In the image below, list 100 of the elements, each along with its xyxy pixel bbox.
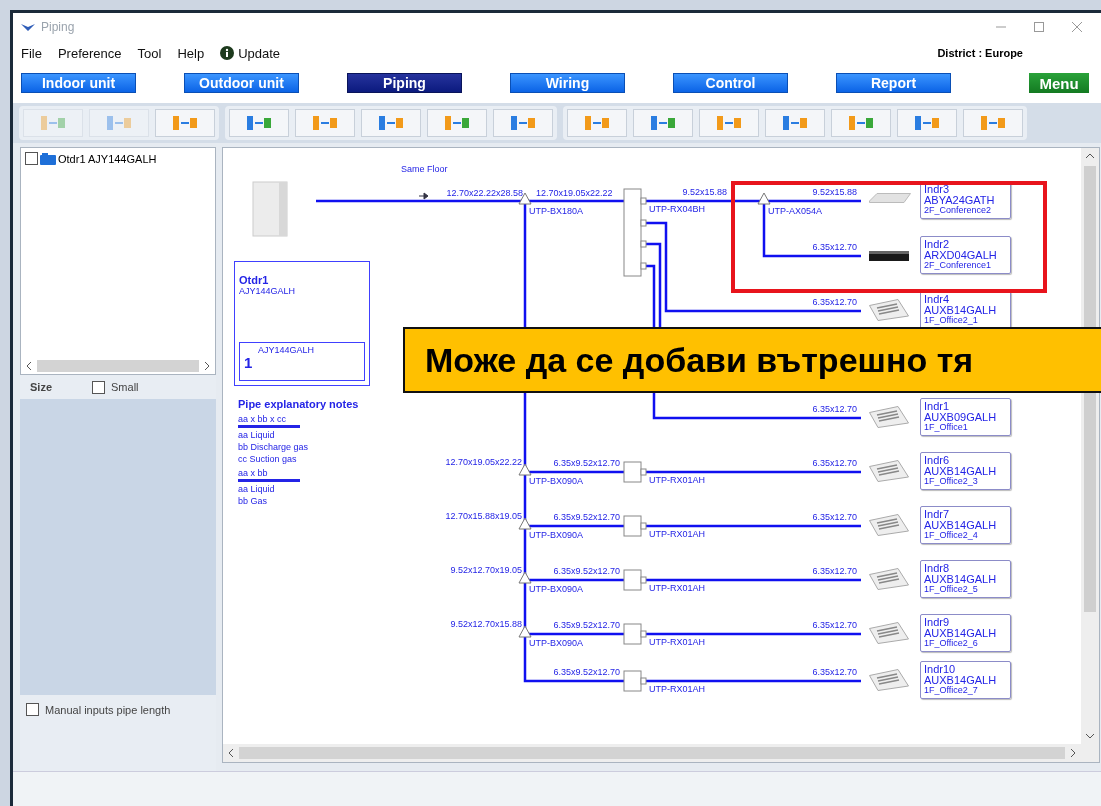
pipe-tool-icon [848, 114, 874, 132]
indoor-unit-card[interactable]: Indr6 AUXB14GALH 1F_Office2_3 [920, 452, 1011, 490]
scrollbar-thumb[interactable] [37, 360, 199, 372]
district-label: District : Europe [937, 47, 1024, 59]
tab[interactable]: Outdoor unit [184, 73, 299, 93]
joint-label: UTP-BX090A [529, 639, 584, 649]
duct-unit-icon [869, 251, 909, 261]
pipe-size-label: 6.35x12.70 [812, 621, 857, 631]
scroll-right-icon[interactable] [203, 361, 211, 371]
unit-name: Indr4 [924, 293, 951, 305]
floor-label: Same Floor [401, 165, 448, 175]
tab[interactable]: Indoor unit [21, 73, 136, 93]
pipe-size-label: 6.35x9.52x12.70 [553, 513, 620, 523]
pipe-size-label: 6.35x12.70 [812, 298, 857, 308]
toolbar-button[interactable] [295, 109, 355, 137]
pipe-size-label: 12.70x19.05x22.22 [536, 189, 613, 199]
unit-room: 1F_Office2_6 [924, 639, 979, 648]
menu-item[interactable]: Help [177, 45, 205, 61]
unit-name: Indr7 [924, 508, 951, 520]
menu-item[interactable]: Preference [57, 45, 122, 61]
cassette-unit-icon [869, 299, 909, 321]
unit-name: Indr1 [924, 400, 951, 412]
checkbox[interactable] [25, 152, 38, 165]
pipe-tool-icon [40, 114, 66, 132]
close-icon[interactable] [1071, 21, 1083, 33]
unit-name: Indr10 [924, 663, 957, 675]
tab[interactable]: Piping [347, 73, 462, 93]
toolbar-button[interactable] [765, 109, 825, 137]
header-label: UTP-RX01AH [649, 476, 705, 486]
note-line: bb Gas [238, 496, 269, 506]
scrollbar-thumb[interactable] [239, 747, 1065, 759]
header-label: UTP-RX01AH [649, 584, 705, 594]
indoor-unit-card[interactable]: Indr2 ARXD04GALH 2F_Conference1 [920, 236, 1011, 274]
toolbar-button[interactable] [361, 109, 421, 137]
toolbar-button[interactable] [633, 109, 693, 137]
indoor-unit-card[interactable]: Indr10 AUXB14GALH 1F_Office2_7 [920, 661, 1011, 699]
header-box [623, 569, 647, 591]
pipe-size-label: 12.70x19.05x22.22 [445, 458, 522, 468]
header-box [623, 623, 647, 645]
outdoor-unit-card[interactable]: Otdr1 AJY144GALH AJY144GALH 1 [234, 261, 370, 386]
header-label: UTP-RX01AH [649, 638, 705, 648]
unit-name: Indr6 [924, 454, 951, 466]
scroll-left-icon[interactable] [25, 361, 33, 371]
unit-model: AJY144GALH [257, 345, 316, 355]
pipe-formula: aa x bb x cc [238, 414, 300, 428]
indoor-unit-card[interactable]: Indr7 AUXB14GALH 1F_Office2_4 [920, 506, 1011, 544]
checkbox[interactable] [92, 380, 105, 394]
scroll-up-icon[interactable] [1085, 152, 1095, 160]
tab[interactable]: Wiring [510, 73, 625, 93]
pipe-tool-icon [980, 114, 1006, 132]
cassette-unit-icon [869, 514, 909, 536]
maximize-icon[interactable] [1033, 21, 1045, 33]
menu-item[interactable]: File [21, 45, 42, 61]
tree-item[interactable]: Otdr1 AJY144GALH [58, 152, 157, 165]
outdoor-unit-drawing [249, 180, 291, 238]
unit-name: Indr3 [924, 183, 951, 195]
menu-item[interactable]: Update [238, 45, 281, 61]
arrow-icon [419, 192, 429, 200]
notes-title: Pipe explanatory notes [238, 398, 359, 410]
pipe-tool-icon [584, 114, 610, 132]
pipe-size-label: 9.52x15.88 [812, 188, 857, 198]
menu-button[interactable]: Menu [1029, 73, 1089, 93]
toolbar-button[interactable] [229, 109, 289, 137]
unit-model: AUXB09GALH [924, 412, 998, 423]
joint-marker [518, 625, 532, 638]
toolbar-button[interactable] [699, 109, 759, 137]
callout-banner: Може да се добави вътрешно тя [403, 327, 1101, 393]
checkbox[interactable] [26, 703, 39, 716]
unit-room: 2F_Conference2 [924, 206, 993, 215]
pipe-size-label: 9.52x12.70x19.05 [450, 566, 522, 576]
toolbar-button[interactable] [493, 109, 553, 137]
tab[interactable]: Control [673, 73, 788, 93]
scroll-down-icon[interactable] [1085, 732, 1095, 740]
unit-name: Indr2 [924, 238, 951, 250]
indoor-unit-card[interactable]: Indr9 AUXB14GALH 1F_Office2_6 [920, 614, 1011, 652]
unit-room: 1F_Office2_5 [924, 585, 979, 594]
joint-marker [518, 571, 532, 584]
pipe-size-label: 9.52x15.88 [682, 188, 727, 198]
menu-item[interactable]: Tool [137, 45, 162, 61]
scroll-left-icon[interactable] [227, 748, 235, 758]
header-box [623, 670, 647, 692]
toolbar-button[interactable] [567, 109, 627, 137]
toolbar-button[interactable] [155, 109, 215, 137]
pipe-size-label: 6.35x12.70 [812, 567, 857, 577]
pipe-size-label: 6.35x12.70 [812, 513, 857, 523]
pipe-formula: aa x bb [238, 468, 300, 482]
indoor-unit-card[interactable]: Indr1 AUXB09GALH 1F_Office1 [920, 398, 1011, 436]
joint-label: UTP-BX180A [529, 207, 584, 217]
toolbar-button[interactable] [831, 109, 891, 137]
joint-label: UTP-BX090A [529, 477, 584, 487]
toolbar-button[interactable] [897, 109, 957, 137]
unit-room: 1F_Office2_1 [924, 316, 979, 325]
tab[interactable]: Report [836, 73, 951, 93]
unit-model: AJY144GALH [239, 286, 297, 296]
indoor-unit-card[interactable]: Indr8 AUXB14GALH 1F_Office2_5 [920, 560, 1011, 598]
unit-model: AUXB14GALH [924, 305, 998, 316]
scroll-right-icon[interactable] [1069, 748, 1077, 758]
toolbar-button[interactable] [963, 109, 1023, 137]
toolbar-button[interactable] [427, 109, 487, 137]
unit-room: 1F_Office2_7 [924, 686, 979, 695]
